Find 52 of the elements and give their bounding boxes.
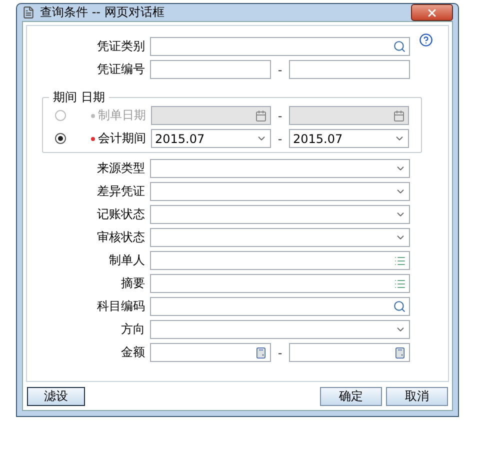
calculator-icon[interactable] (394, 346, 406, 358)
amount-field[interactable] (289, 343, 410, 362)
radio-button[interactable] (55, 133, 66, 144)
calendar-icon[interactable] (393, 110, 405, 122)
dropdown-field[interactable] (150, 205, 410, 224)
dropdown-field[interactable] (150, 228, 410, 247)
field-label: 科目编码 (96, 298, 145, 315)
input-field[interactable] (150, 60, 271, 79)
range-dash: - (276, 346, 284, 360)
ok-button[interactable]: 确定 (320, 386, 382, 406)
field-label: 差异凭证 (96, 183, 145, 200)
field-label: 来源类型 (96, 160, 145, 177)
field-label: 凭证类别 (96, 38, 145, 55)
field-label: 凭证编号 (96, 61, 145, 78)
field-label: 摘要 (120, 275, 145, 292)
required-mark (91, 114, 95, 118)
dropdown-field[interactable] (150, 320, 410, 339)
close-button[interactable] (411, 4, 453, 21)
lookup-field[interactable] (150, 37, 410, 56)
help-icon[interactable] (419, 33, 433, 47)
search-icon[interactable] (393, 40, 406, 53)
field-label: 金额 (120, 344, 145, 361)
amount-field[interactable] (150, 343, 271, 362)
close-icon[interactable] (426, 6, 438, 18)
group-legend: 期间 日期 (49, 89, 109, 106)
range-dash: - (276, 108, 284, 122)
document-icon (22, 6, 35, 19)
field-label: 制单人 (108, 252, 145, 269)
search-icon[interactable] (393, 300, 406, 313)
picker-field[interactable] (150, 274, 410, 293)
range-dash: - (276, 62, 284, 76)
calendar-icon[interactable] (255, 110, 267, 122)
date-field[interactable] (289, 106, 409, 125)
field-label: 审核状态 (96, 229, 145, 246)
calculator-icon[interactable] (255, 346, 267, 358)
dropdown-field[interactable]: 2015.07 (151, 129, 271, 148)
dropdown-field[interactable] (150, 182, 410, 201)
dropdown-field[interactable] (150, 159, 410, 178)
lookup-field[interactable] (150, 297, 410, 316)
date-field[interactable] (151, 106, 271, 125)
field-label: 方向 (120, 321, 145, 338)
field-label: 会计期间 (98, 131, 146, 145)
required-mark (91, 136, 95, 141)
cancel-button[interactable]: 取消 (386, 386, 448, 406)
picker-field[interactable] (150, 251, 410, 270)
filter-settings-button[interactable]: 滤设 (27, 386, 85, 406)
window-title: 查询条件 -- 网页对话框 (40, 4, 164, 21)
field-label: 制单日期 (98, 108, 146, 122)
range-dash: - (276, 132, 284, 146)
dropdown-field[interactable]: 2015.07 (289, 129, 409, 148)
field-label: 记账状态 (96, 206, 145, 223)
input-field[interactable] (289, 60, 410, 79)
